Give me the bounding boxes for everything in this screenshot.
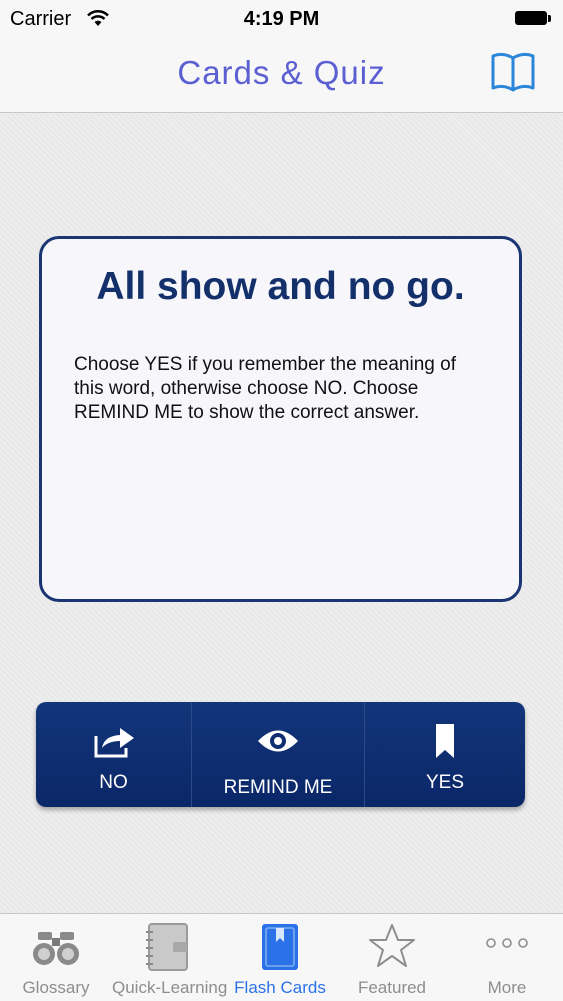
no-label: NO	[99, 772, 128, 793]
card-instructions: Choose YES if you remember the meaning o…	[74, 354, 456, 423]
share-arrow-icon	[94, 728, 134, 758]
bookmark-icon	[436, 724, 454, 758]
tab-more[interactable]: More	[451, 914, 563, 1001]
yes-label: YES	[425, 772, 465, 793]
answer-toolbar: NO REMIND ME YES	[36, 702, 525, 807]
remind-me-button[interactable]: REMIND ME	[192, 702, 364, 807]
book-icon[interactable]	[489, 50, 537, 94]
tab-bar: Glossary Quick-Learning Flash Cards Feat…	[0, 913, 563, 1001]
more-dots-icon	[486, 938, 528, 948]
status-time: 4:19 PM	[243, 8, 320, 30]
tab-glossary[interactable]: Glossary	[0, 914, 112, 1001]
navigation-bar: Cards & Quiz	[0, 38, 563, 113]
flash-cards-icon	[262, 924, 298, 970]
card-title: All show and no go.	[96, 265, 465, 308]
tab-featured[interactable]: Featured	[336, 914, 448, 1001]
notebook-icon	[146, 923, 188, 971]
tab-label: Glossary	[22, 978, 90, 997]
tab-label: Featured	[357, 978, 427, 997]
tab-quick-learning[interactable]: Quick-Learning	[112, 914, 228, 1001]
remind-me-label: REMIND ME	[223, 777, 333, 798]
binoculars-icon	[33, 932, 79, 965]
yes-button[interactable]: YES	[365, 702, 525, 807]
star-icon	[369, 924, 415, 967]
page-title: Cards & Quiz	[177, 54, 386, 91]
status-bar: Carrier 4:19 PM	[0, 0, 563, 38]
eye-icon	[258, 730, 298, 752]
content-area: All show and no go. Choose YES if you re…	[0, 113, 563, 913]
tab-label: Quick-Learning	[112, 978, 228, 997]
battery-icon	[515, 11, 551, 27]
tab-flash-cards[interactable]: Flash Cards	[224, 914, 336, 1001]
tab-label: Flash Cards	[234, 978, 326, 997]
tab-label: More	[487, 978, 527, 997]
flash-card: All show and no go. Choose YES if you re…	[39, 236, 522, 602]
no-button[interactable]: NO	[36, 702, 191, 807]
